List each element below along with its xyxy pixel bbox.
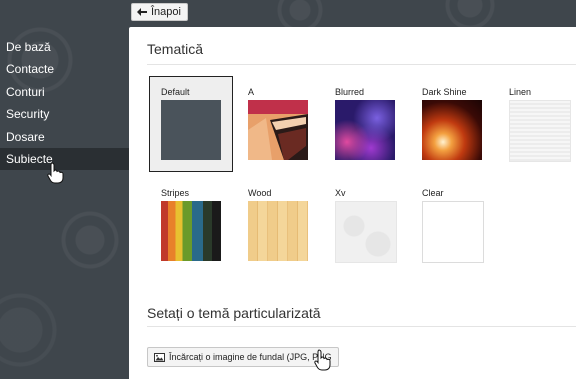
sidebar-item-label: Security: [6, 107, 50, 122]
theme-label: A: [248, 87, 255, 97]
theme-label: Wood: [248, 188, 272, 198]
sidebar-item-accounts[interactable]: Conturi: [0, 81, 129, 103]
sidebar-item-label: Contacte: [6, 62, 55, 77]
divider: [147, 64, 576, 65]
theme-a-swatch: [248, 100, 308, 160]
theme-label: Blurred: [335, 87, 365, 97]
sidebar-item-label: Subiecte: [6, 151, 53, 166]
theme-label: Dark Shine: [422, 87, 467, 97]
themes-section-title: Tematică: [147, 41, 204, 57]
custom-theme-title: Setați o temă particularizată: [147, 305, 321, 321]
hand-pointer-icon: [314, 349, 331, 371]
back-button-label: Înapoi: [151, 6, 181, 18]
theme-xv-swatch: [335, 201, 397, 263]
theme-dark-shine-swatch: [422, 100, 482, 160]
arrow-left-icon: [137, 8, 147, 16]
sidebar-item-label: Dosare: [6, 129, 45, 144]
theme-label: Stripes: [161, 188, 190, 198]
upload-background-button[interactable]: Încărcați o imagine de fundal (JPG, PNG: [147, 347, 339, 367]
theme-linen[interactable]: Linen: [498, 77, 576, 171]
theme-dark-shine[interactable]: Dark Shine: [411, 77, 493, 171]
sidebar-item-label: De bază: [6, 40, 51, 54]
theme-blurred-swatch: [335, 100, 395, 160]
theme-clear[interactable]: Clear: [411, 178, 493, 272]
sidebar-item-folders[interactable]: Dosare: [0, 126, 129, 148]
sidebar-nav: De bază Contacte Conturi Security Dosare…: [0, 36, 129, 171]
theme-label: Linen: [509, 87, 532, 97]
sidebar-item-basic[interactable]: De bază: [0, 36, 129, 58]
theme-label: Xv: [335, 188, 346, 198]
main-content: Tematică Default A Blurred Dark Shine Li…: [129, 27, 576, 379]
theme-default[interactable]: Default: [149, 76, 233, 172]
upload-button-label: Încărcați o imagine de fundal (JPG, PNG: [169, 352, 332, 362]
image-icon: [154, 352, 165, 362]
theme-stripes[interactable]: Stripes: [150, 178, 232, 272]
theme-label: Clear: [422, 188, 444, 198]
sidebar-item-contacts[interactable]: Contacte: [0, 58, 129, 80]
theme-a[interactable]: A: [237, 77, 319, 171]
theme-wood-swatch: [248, 201, 308, 261]
back-button[interactable]: Înapoi: [131, 3, 188, 21]
theme-xv[interactable]: Xv: [324, 178, 406, 272]
divider: [147, 326, 576, 327]
theme-wood[interactable]: Wood: [237, 178, 319, 272]
theme-blurred[interactable]: Blurred: [324, 77, 406, 171]
sidebar-item-label: Conturi: [6, 84, 45, 99]
theme-label: Default: [161, 87, 190, 97]
theme-linen-swatch: [509, 100, 571, 162]
sidebar-item-security[interactable]: Security: [0, 103, 129, 125]
theme-default-swatch: [161, 100, 221, 160]
theme-stripes-swatch: [161, 201, 221, 261]
theme-clear-swatch: [422, 201, 484, 263]
hand-pointer-icon: [47, 162, 64, 184]
